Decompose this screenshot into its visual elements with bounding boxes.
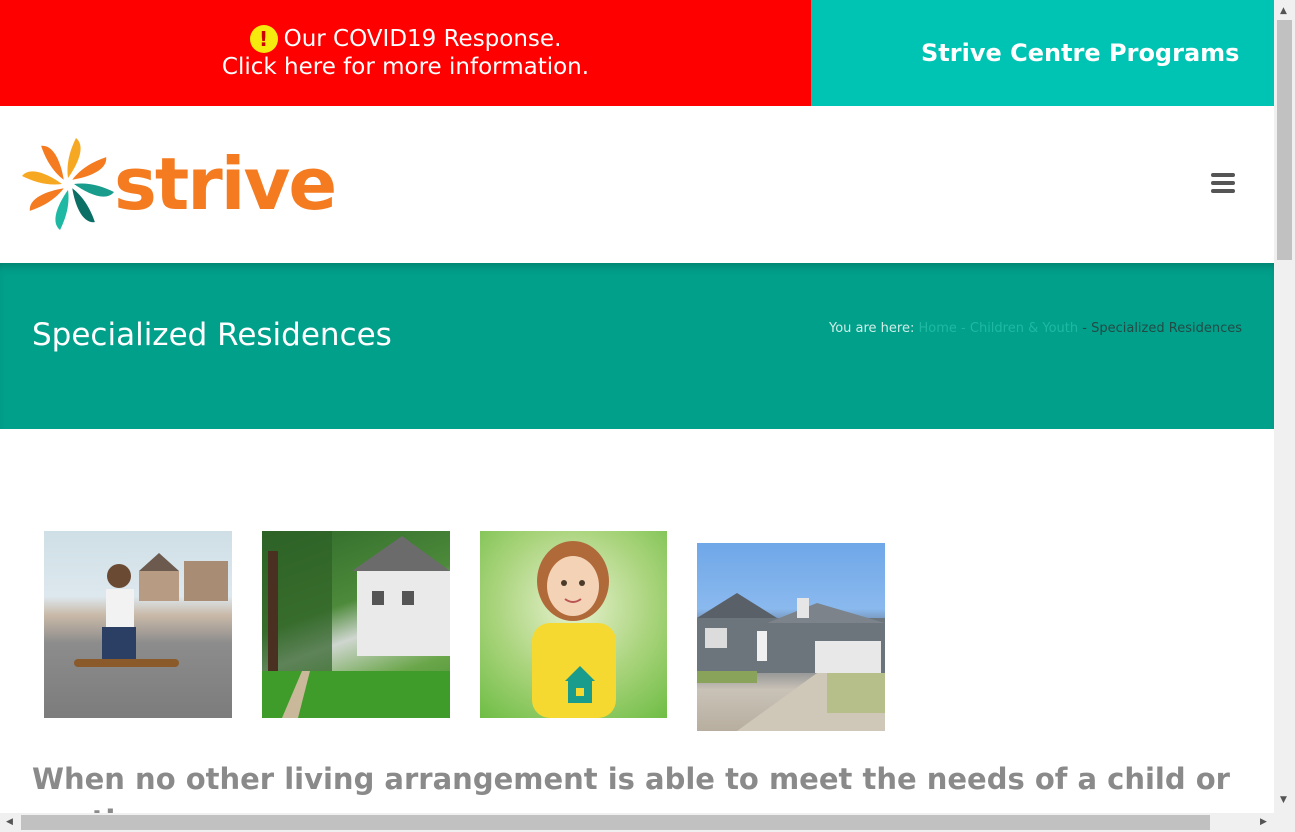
page: ! Our COVID19 Response. Click here for mo… — [0, 0, 1274, 813]
breadcrumb-children-youth-link[interactable]: Children & Youth — [970, 321, 1078, 336]
breadcrumb-prefix: You are here: — [828, 321, 915, 336]
exclamation-icon: ! — [249, 25, 278, 53]
girl-with-skateboard-photo — [44, 531, 232, 718]
covid-line-1: Our COVID19 Response. — [283, 26, 562, 52]
vertical-scrollbar[interactable]: ▲ ▼ — [1274, 0, 1295, 813]
page-title: Specialized Residences — [32, 317, 392, 353]
vertical-scroll-thumb[interactable] — [1277, 20, 1292, 260]
pinwheel-logo-icon — [22, 138, 114, 230]
breadcrumb: You are here: Home - Children & Youth - … — [829, 321, 1242, 336]
horizontal-scrollbar[interactable]: ◀ ▶ — [0, 813, 1274, 832]
scroll-left-arrow-icon[interactable]: ◀ — [6, 817, 13, 827]
logo-wordmark: strive — [114, 142, 337, 226]
scrollbar-corner — [1274, 813, 1295, 832]
scroll-up-arrow-icon[interactable]: ▲ — [1280, 6, 1287, 16]
scroll-down-arrow-icon[interactable]: ▼ — [1280, 795, 1287, 805]
breadcrumb-separator: - — [1082, 321, 1087, 336]
girl-holding-house-photo — [480, 531, 667, 718]
page-title-bar: Specialized Residences You are here: Hom… — [0, 263, 1274, 429]
scroll-right-arrow-icon[interactable]: ▶ — [1260, 817, 1267, 827]
suburban-house-photo — [697, 543, 885, 731]
covid-line-2[interactable]: Click here for more information. — [0, 53, 811, 81]
site-header: strive — [0, 106, 1274, 263]
horizontal-scroll-thumb[interactable] — [21, 815, 1210, 830]
strive-centre-programs-link[interactable]: Strive Centre Programs — [811, 0, 1274, 106]
strive-logo[interactable]: strive — [18, 134, 358, 234]
tree-lined-street-photo — [262, 531, 450, 718]
breadcrumb-home-link[interactable]: Home — [919, 321, 957, 336]
breadcrumb-current: Specialized Residences — [1091, 321, 1242, 336]
intro-paragraph: When no other living arrangement is able… — [32, 762, 1230, 813]
hamburger-menu-icon[interactable] — [1211, 173, 1235, 193]
covid-response-banner[interactable]: ! Our COVID19 Response. Click here for mo… — [0, 0, 811, 106]
breadcrumb-separator: - — [961, 321, 966, 336]
